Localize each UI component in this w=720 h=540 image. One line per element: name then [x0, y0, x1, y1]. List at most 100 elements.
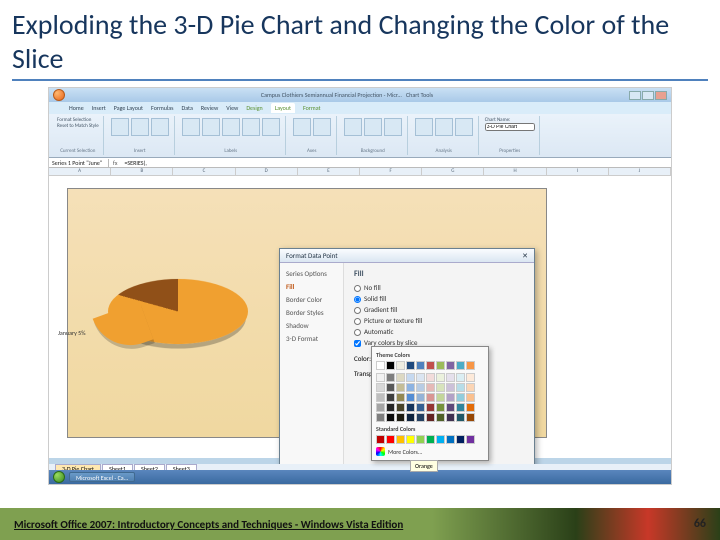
legend-icon[interactable] — [222, 118, 240, 136]
color-swatch[interactable] — [406, 373, 415, 382]
color-swatch[interactable] — [416, 435, 425, 444]
color-swatch[interactable] — [436, 361, 445, 370]
lines-icon[interactable] — [435, 118, 453, 136]
color-swatch[interactable] — [376, 373, 385, 382]
color-swatch[interactable] — [466, 403, 475, 412]
cat-series-options[interactable]: Series Options — [280, 267, 343, 280]
maximize-button[interactable] — [642, 91, 654, 100]
cat-fill[interactable]: Fill — [280, 280, 343, 293]
axes-icon[interactable] — [293, 118, 311, 136]
color-swatch[interactable] — [386, 383, 395, 392]
tab-formulas[interactable]: Formulas — [151, 104, 173, 112]
color-swatch[interactable] — [396, 383, 405, 392]
color-swatch[interactable] — [456, 373, 465, 382]
tab-data[interactable]: Data — [182, 104, 193, 112]
color-swatch[interactable] — [376, 361, 385, 370]
color-swatch[interactable] — [386, 403, 395, 412]
color-swatch[interactable] — [456, 361, 465, 370]
shapes-icon[interactable] — [131, 118, 149, 136]
start-button[interactable] — [53, 471, 65, 483]
textbox-icon[interactable] — [151, 118, 169, 136]
chart-floor-icon[interactable] — [364, 118, 382, 136]
color-swatch[interactable] — [466, 435, 475, 444]
color-swatch[interactable] — [466, 383, 475, 392]
color-swatch[interactable] — [406, 393, 415, 402]
tab-insert[interactable]: Insert — [92, 104, 106, 112]
axis-titles-icon[interactable] — [202, 118, 220, 136]
picture-icon[interactable] — [111, 118, 129, 136]
color-swatch[interactable] — [456, 393, 465, 402]
color-swatch[interactable] — [456, 413, 465, 422]
formula-value[interactable]: =SERIES(, — [121, 159, 671, 167]
color-swatch[interactable] — [376, 435, 385, 444]
opt-gradient-fill[interactable]: Gradient fill — [354, 305, 524, 314]
cat-shadow[interactable]: Shadow — [280, 319, 343, 332]
color-swatch[interactable] — [456, 383, 465, 392]
color-swatch[interactable] — [406, 435, 415, 444]
tab-format[interactable]: Format — [303, 104, 321, 112]
color-swatch[interactable] — [436, 383, 445, 392]
color-swatch[interactable] — [466, 373, 475, 382]
color-swatch[interactable] — [436, 435, 445, 444]
color-swatch[interactable] — [416, 383, 425, 392]
color-swatch[interactable] — [426, 361, 435, 370]
color-swatch[interactable] — [396, 413, 405, 422]
fx-icon[interactable]: fx — [109, 159, 121, 167]
color-swatch[interactable] — [416, 403, 425, 412]
office-button[interactable] — [53, 89, 65, 101]
color-swatch[interactable] — [386, 435, 395, 444]
color-swatch[interactable] — [446, 373, 455, 382]
trendline-icon[interactable] — [415, 118, 433, 136]
color-swatch[interactable] — [396, 403, 405, 412]
taskbar-excel-item[interactable]: Microsoft Excel - Ca... — [69, 472, 135, 482]
color-swatch[interactable] — [406, 413, 415, 422]
color-swatch[interactable] — [406, 403, 415, 412]
color-swatch[interactable] — [416, 361, 425, 370]
color-swatch[interactable] — [426, 383, 435, 392]
color-swatch[interactable] — [376, 413, 385, 422]
dialog-close-icon[interactable]: ✕ — [522, 251, 528, 260]
reset-match-style-button[interactable]: Reset to Match Style — [57, 123, 99, 129]
color-swatch[interactable] — [456, 435, 465, 444]
cat-border-color[interactable]: Border Color — [280, 293, 343, 306]
cat-3d-format[interactable]: 3-D Format — [280, 332, 343, 345]
color-swatch[interactable] — [446, 403, 455, 412]
color-swatch[interactable] — [396, 361, 405, 370]
opt-solid-fill[interactable]: Solid fill — [354, 294, 524, 303]
gridlines-icon[interactable] — [313, 118, 331, 136]
opt-automatic[interactable]: Automatic — [354, 327, 524, 336]
color-swatch[interactable] — [386, 361, 395, 370]
color-swatch[interactable] — [466, 361, 475, 370]
updown-bars-icon[interactable] — [455, 118, 473, 136]
color-swatch[interactable] — [386, 373, 395, 382]
color-swatch[interactable] — [406, 383, 415, 392]
color-swatch[interactable] — [416, 413, 425, 422]
tab-page-layout[interactable]: Page Layout — [114, 104, 143, 112]
color-swatch[interactable] — [426, 413, 435, 422]
tab-review[interactable]: Review — [201, 104, 218, 112]
data-table-icon[interactable] — [262, 118, 280, 136]
color-swatch[interactable] — [436, 413, 445, 422]
tab-design[interactable]: Design — [246, 104, 262, 112]
name-box[interactable]: Series 1 Point "June" — [49, 159, 109, 167]
color-swatch[interactable] — [396, 373, 405, 382]
color-swatch[interactable] — [376, 403, 385, 412]
tab-view[interactable]: View — [226, 104, 238, 112]
color-swatch[interactable] — [446, 361, 455, 370]
color-swatch[interactable] — [466, 413, 475, 422]
color-swatch[interactable] — [426, 403, 435, 412]
color-swatch[interactable] — [446, 413, 455, 422]
color-swatch[interactable] — [376, 393, 385, 402]
color-swatch[interactable] — [386, 393, 395, 402]
color-swatch[interactable] — [446, 435, 455, 444]
cat-border-styles[interactable]: Border Styles — [280, 306, 343, 319]
tab-layout[interactable]: Layout — [271, 103, 295, 113]
color-swatch[interactable] — [406, 361, 415, 370]
data-labels-icon[interactable] — [242, 118, 260, 136]
opt-no-fill[interactable]: No fill — [354, 283, 524, 292]
color-swatch[interactable] — [376, 383, 385, 392]
color-swatch[interactable] — [436, 373, 445, 382]
color-swatch[interactable] — [436, 393, 445, 402]
color-swatch[interactable] — [416, 393, 425, 402]
color-swatch[interactable] — [396, 435, 405, 444]
